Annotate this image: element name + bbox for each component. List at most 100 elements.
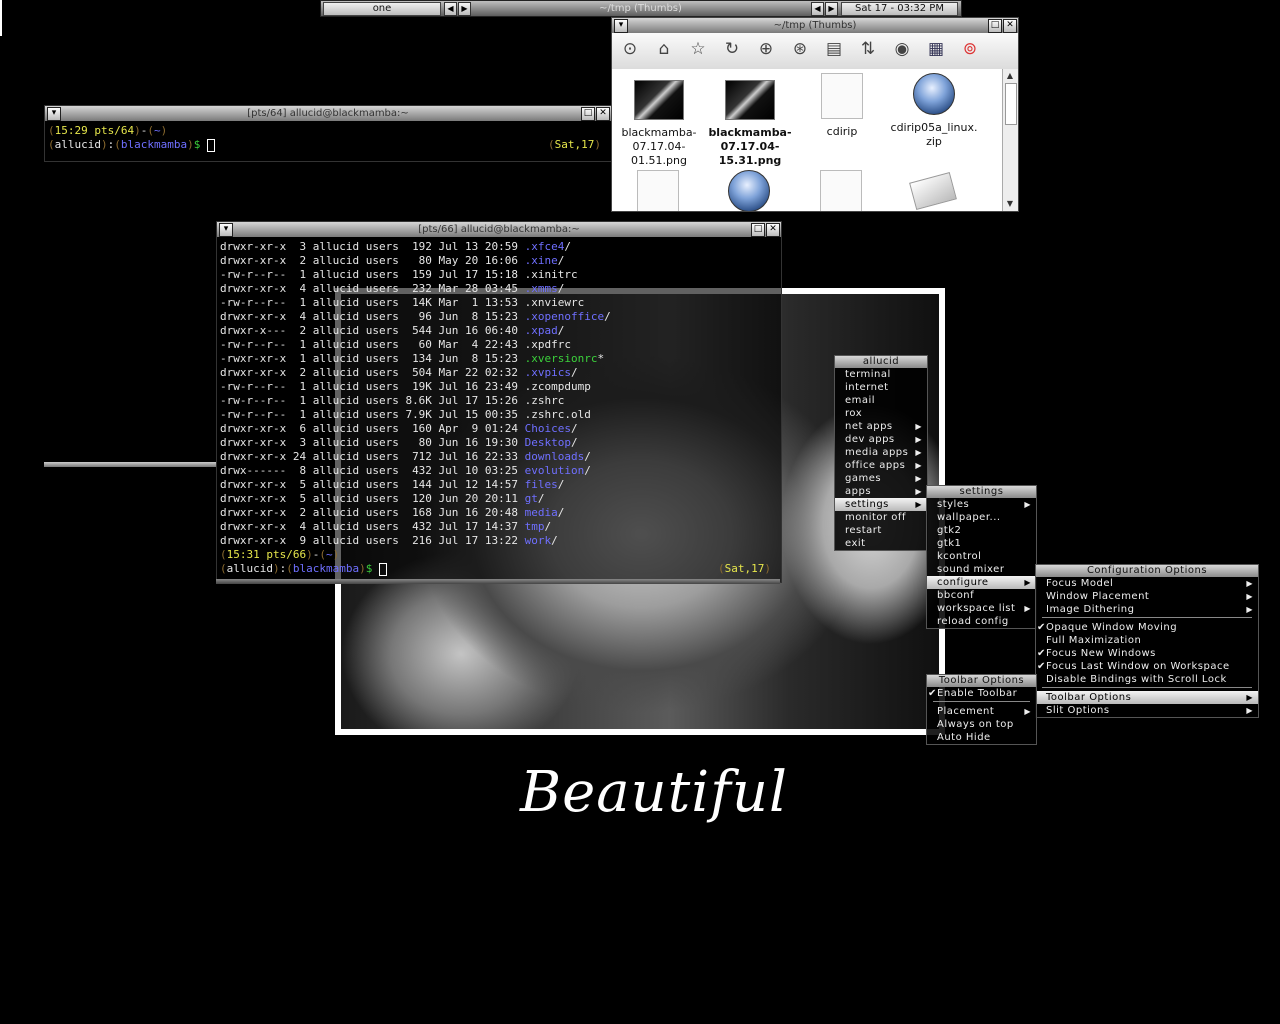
submenu-arrow-icon: ▶	[1024, 604, 1031, 613]
bookmark-icon[interactable]: ☆	[686, 37, 710, 61]
menu-item-toolbar-options[interactable]: Toolbar Options ▶	[1036, 691, 1258, 704]
thumbs-grid: blackmamba- 07.17.04- 01.51.png blackmam…	[612, 69, 1002, 211]
shade-button[interactable]: ▾	[219, 223, 233, 237]
close-button[interactable]: ✕	[1003, 19, 1017, 33]
menu-separator	[1042, 687, 1252, 690]
thumb-item[interactable]	[636, 170, 680, 211]
menu-item-gtk2[interactable]: gtk2	[927, 524, 1036, 537]
check-icon: ✔	[1037, 622, 1046, 633]
thumbs-titlebar[interactable]: ▾ ~/tmp (Thumbs) □ ✕	[612, 18, 1018, 33]
menu-item-window-placement[interactable]: Window Placement ▶	[1036, 590, 1258, 603]
menu-separator	[933, 701, 1030, 704]
toolbar-window-title[interactable]: ~/tmp (Thumbs)	[473, 1, 808, 16]
thumb-item[interactable]: blackmamba- 07.17.04- 15.31.png	[705, 80, 795, 168]
menu-item-office-apps[interactable]: office apps ▶	[835, 459, 927, 472]
up-icon[interactable]: ⊙	[618, 37, 642, 61]
ls-row: drwxr-xr-x 3 allucid users 192 Jul 13 20…	[220, 240, 572, 253]
thumb-item[interactable]	[727, 170, 771, 211]
zoom-in-icon[interactable]: ⊕	[754, 37, 778, 61]
menu-item-reload-config[interactable]: reload config	[927, 615, 1036, 628]
help-icon[interactable]: ⊚	[958, 37, 982, 61]
submenu-arrow-icon: ▶	[915, 500, 922, 509]
thumb-item[interactable]	[909, 172, 957, 211]
menu-item-media-apps[interactable]: media apps ▶	[835, 446, 927, 459]
details-icon[interactable]: ▦	[924, 37, 948, 61]
thumbs-scrollbar[interactable]: ▲ ▼	[1002, 69, 1018, 211]
terminal-titlebar[interactable]: ▾ [pts/66] allucid@blackmamba:~ □ ✕	[217, 222, 781, 237]
sort-icon[interactable]: ⇅	[856, 37, 880, 61]
menu-item-bbconf[interactable]: bbconf	[927, 589, 1036, 602]
home-icon[interactable]: ⌂	[652, 37, 676, 61]
menu-item-opaque-window-moving[interactable]: ✔ Opaque Window Moving	[1036, 621, 1258, 634]
menu-item-disable-bindings-with-scroll-lock[interactable]: Disable Bindings with Scroll Lock	[1036, 673, 1258, 686]
prev-workspace-button[interactable]: ◀	[444, 2, 457, 16]
close-button[interactable]: ✕	[596, 107, 610, 121]
menu-item-email[interactable]: email	[835, 394, 927, 407]
menu-item-slit-options[interactable]: Slit Options ▶	[1036, 704, 1258, 717]
terminal-prompt-line1: (15:29 pts/64)-(~)	[48, 124, 168, 137]
menu-item-kcontrol[interactable]: kcontrol	[927, 550, 1036, 563]
menu-item-apps[interactable]: apps ▶	[835, 485, 927, 498]
menu-item-styles[interactable]: styles ▶	[927, 498, 1036, 511]
menu-item-terminal[interactable]: terminal	[835, 368, 927, 381]
terminal-window-pts66[interactable]: ▾ [pts/66] allucid@blackmamba:~ □ ✕ drwx…	[216, 221, 782, 583]
menu-title: Toolbar Options	[927, 675, 1036, 687]
scroll-down-icon[interactable]: ▼	[1005, 199, 1015, 209]
next-workspace-button[interactable]: ▶	[458, 2, 471, 16]
prev-window-button[interactable]: ◀	[811, 2, 824, 16]
terminal-titlebar[interactable]: ▾ [pts/64] allucid@blackmamba:~ □ ✕	[45, 106, 611, 121]
ls-row: drwxr-xr-x 2 allucid users 80 May 20 16:…	[220, 254, 565, 267]
scroll-up-icon[interactable]: ▲	[1005, 71, 1015, 81]
menu-item-sound-mixer[interactable]: sound mixer	[927, 563, 1036, 576]
zoom-fit-icon[interactable]: ⊛	[788, 37, 812, 61]
menu-item-focus-model[interactable]: Focus Model ▶	[1036, 577, 1258, 590]
thumb-item[interactable]: cdirip05a_linux. zip	[889, 73, 979, 149]
eye-icon[interactable]: ◉	[890, 37, 914, 61]
menu-item-dev-apps[interactable]: dev apps ▶	[835, 433, 927, 446]
menu-item-wallpaper[interactable]: wallpaper...	[927, 511, 1036, 524]
menu-item-internet[interactable]: internet	[835, 381, 927, 394]
maximize-button[interactable]: □	[581, 107, 595, 121]
menu-item-label: net apps	[845, 421, 893, 432]
menu-item-enable-toolbar[interactable]: ✔ Enable Toolbar	[927, 687, 1036, 700]
close-button[interactable]: ✕	[766, 223, 780, 237]
menu-item-restart[interactable]: restart	[835, 524, 927, 537]
menu-item-exit[interactable]: exit	[835, 537, 927, 550]
menu-item-label: sound mixer	[937, 564, 1005, 575]
terminal-prompt-line2[interactable]: (allucid):(blackmamba)$	[220, 562, 387, 576]
menu-item-configure[interactable]: configure ▶	[927, 576, 1036, 589]
workspace-label[interactable]: one	[323, 2, 441, 16]
refresh-icon[interactable]: ↻	[720, 37, 744, 61]
menu-item-settings[interactable]: settings ▶	[835, 498, 927, 511]
menu-item-focus-new-windows[interactable]: ✔ Focus New Windows	[1036, 647, 1258, 660]
menu-item-always-on-top[interactable]: Always on top	[927, 718, 1036, 731]
menu-item-placement[interactable]: Placement ▶	[927, 705, 1036, 718]
terminal-prompt-line2[interactable]: (allucid):(blackmamba)$	[48, 138, 215, 152]
thumb-item[interactable]: blackmamba- 07.17.04- 01.51.png	[614, 80, 704, 168]
menu-item-auto-hide[interactable]: Auto Hide	[927, 731, 1036, 744]
shade-button[interactable]: ▾	[47, 107, 61, 121]
scroll-thumb[interactable]	[1005, 83, 1017, 125]
menu-item-gtk1[interactable]: gtk1	[927, 537, 1036, 550]
menu-item-monitor-off[interactable]: monitor off	[835, 511, 927, 524]
thumbs-window[interactable]: ▾ ~/tmp (Thumbs) □ ✕ ⊙ ⌂ ☆ ↻ ⊕ ⊛ ▤ ⇅ ◉ ▦…	[611, 17, 1019, 212]
menu-item-games[interactable]: games ▶	[835, 472, 927, 485]
maximize-button[interactable]: □	[988, 19, 1002, 33]
menu-item-label: kcontrol	[937, 551, 982, 562]
drive-icon	[909, 172, 957, 210]
menu-item-full-maximization[interactable]: Full Maximization	[1036, 634, 1258, 647]
thumb-item[interactable]	[819, 170, 863, 211]
menu-item-image-dithering[interactable]: Image Dithering ▶	[1036, 603, 1258, 616]
menu-item-rox[interactable]: rox	[835, 407, 927, 420]
terminal-scrollbar[interactable]	[44, 462, 216, 467]
menu-item-net-apps[interactable]: net apps ▶	[835, 420, 927, 433]
shade-button[interactable]: ▾	[614, 19, 628, 33]
terminal-window-pts64[interactable]: ▾ [pts/64] allucid@blackmamba:~ □ ✕ (15:…	[44, 105, 612, 162]
menu-item-focus-last-window-on-workspace[interactable]: ✔ Focus Last Window on Workspace	[1036, 660, 1258, 673]
thumb-item[interactable]: cdirip	[797, 73, 887, 139]
next-window-button[interactable]: ▶	[825, 2, 838, 16]
maximize-button[interactable]: □	[751, 223, 765, 237]
menu-item-workspace-list[interactable]: workspace list ▶	[927, 602, 1036, 615]
list-icon[interactable]: ▤	[822, 37, 846, 61]
terminal-scrollbar[interactable]	[216, 579, 780, 584]
